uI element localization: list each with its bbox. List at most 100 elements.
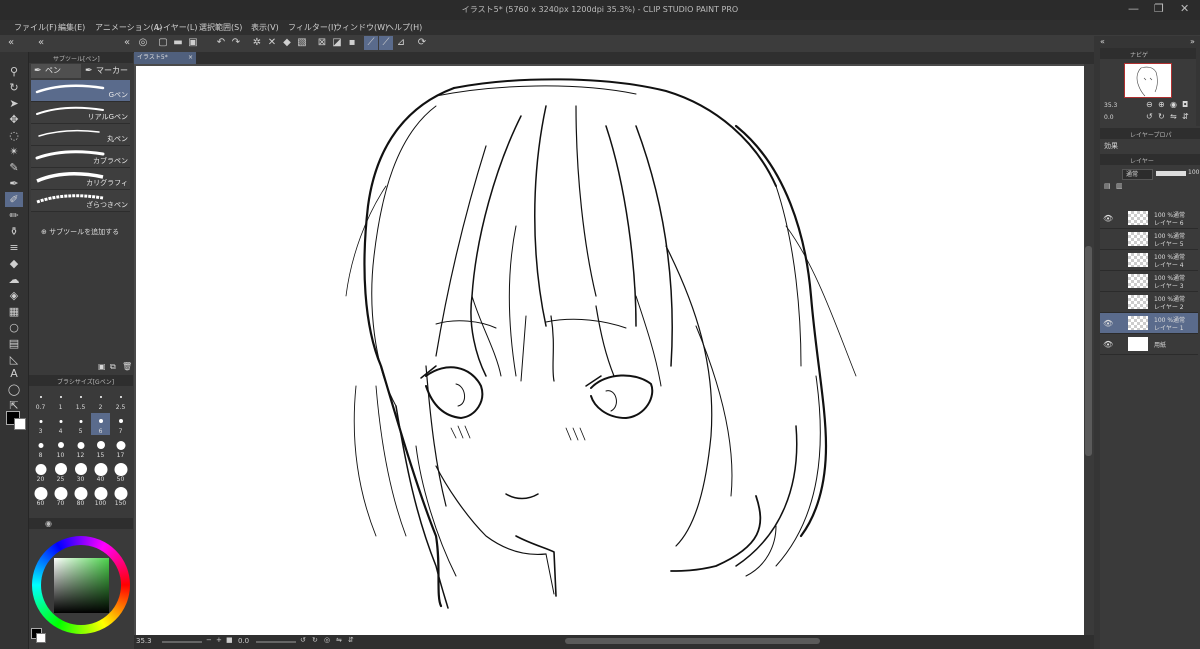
navigator-thumbnail[interactable] [1124, 63, 1172, 98]
menu-filter[interactable]: フィルター(I) [288, 22, 336, 33]
brush-size-option[interactable]: 2 [91, 389, 110, 411]
maximize-icon[interactable]: ❐ [1154, 2, 1164, 15]
nav-flip-icon[interactable]: ⇋ [1170, 112, 1177, 121]
close-icon[interactable]: ✕ [1180, 2, 1189, 15]
menu-selection[interactable]: 選択範囲(S) [199, 22, 242, 33]
nav-rotation-value[interactable]: 0.0 [1104, 114, 1114, 121]
zoom-out-icon[interactable]: − [206, 636, 212, 644]
gradient-tool-icon[interactable]: ▦ [5, 304, 23, 319]
layer-row[interactable]: 100 %通常 レイヤー 4 [1100, 250, 1198, 271]
rotation-value[interactable]: 0.0 [238, 637, 249, 645]
pen-tool-icon[interactable]: ✒ [5, 176, 23, 191]
fit-icon[interactable]: ■ [226, 636, 233, 644]
fill-icon[interactable]: ◆ [280, 36, 294, 50]
blend-mode-select[interactable]: 通常 [1122, 169, 1153, 180]
copy-icon[interactable]: ⧉ [110, 362, 116, 372]
fill-tool-icon[interactable]: ◈ [5, 288, 23, 303]
nav-rotate-right-icon[interactable]: ↻ [1158, 112, 1165, 121]
saturation-value-square[interactable] [54, 558, 109, 613]
brush-size-option[interactable]: 5 [71, 413, 90, 435]
zoom-tool-icon[interactable]: ⚲ [5, 64, 23, 79]
tab-document[interactable]: イラスト5* × [134, 52, 196, 64]
add-subtool-button[interactable]: ⊕ サブツールを追加する [41, 227, 119, 237]
tab-marker[interactable]: ✒ マーカー [82, 64, 132, 78]
brush-size-option[interactable]: 100 [91, 485, 110, 507]
brush-size-option[interactable]: 80 [71, 485, 90, 507]
menu-edit[interactable]: 編集(E) [58, 22, 85, 33]
frame-tool-icon[interactable]: ▤ [5, 336, 23, 351]
balloon-tool-icon[interactable]: ◯ [5, 382, 23, 397]
close-tab-icon[interactable]: × [188, 52, 193, 64]
collapse-icon[interactable]: « [120, 36, 134, 50]
rotate-right-icon[interactable]: ↻ [312, 636, 318, 644]
brush-size-option[interactable]: 60 [31, 485, 50, 507]
pen-tool-active-icon[interactable]: ✐ [5, 192, 23, 207]
minimize-icon[interactable]: — [1128, 2, 1139, 15]
brush-size-option[interactable]: 2.5 [111, 389, 130, 411]
menu-window[interactable]: ウィンドウ(W) [334, 22, 388, 33]
nav-stop-icon[interactable]: ◘ [1182, 100, 1188, 109]
brush-size-option[interactable]: 17 [111, 437, 130, 459]
brush-size-option[interactable]: 12 [71, 437, 90, 459]
brush-calligraphy[interactable]: カリグラフィ [31, 168, 130, 190]
brush-size-option[interactable]: 50 [111, 461, 130, 483]
collapse-icon[interactable]: « [34, 36, 48, 50]
brush-size-option[interactable]: 70 [51, 485, 70, 507]
sub-color-swatch[interactable] [14, 418, 26, 430]
menu-layer[interactable]: レイヤー(L) [155, 22, 197, 33]
tab-pen[interactable]: ✒ ペン [31, 64, 81, 78]
pencil-tool-icon[interactable]: ✏ [5, 208, 23, 223]
brush-size-option[interactable]: 20 [31, 461, 50, 483]
flip-icon[interactable]: ⇋ [336, 636, 342, 644]
canvas[interactable] [136, 66, 1084, 635]
brush-size-option[interactable]: 8 [31, 437, 50, 459]
brush-size-option[interactable]: 30 [71, 461, 90, 483]
brush-size-option[interactable]: 7 [111, 413, 130, 435]
vertical-scroll-thumb[interactable] [1085, 246, 1092, 456]
snap-special-icon[interactable]: ⟋ [379, 36, 393, 50]
brush-real-g-pen[interactable]: リアルGペン [31, 102, 130, 124]
zoom-value[interactable]: 35.3 [136, 637, 152, 645]
clear-icon[interactable]: ✕ [265, 36, 279, 50]
move-tool-icon[interactable]: ✥ [5, 112, 23, 127]
undo-icon[interactable]: ↶ [214, 36, 228, 50]
menu-help[interactable]: ヘルプ(H) [386, 22, 422, 33]
text-tool-icon[interactable]: A [5, 366, 23, 381]
brush-kabura-pen[interactable]: カブラペン [31, 146, 130, 168]
brush-size-option[interactable]: 10 [51, 437, 70, 459]
airbrush-tool-icon[interactable]: ≡ [5, 240, 23, 255]
brush-size-option[interactable]: 1 [51, 389, 70, 411]
lock-icon[interactable]: ▤ [1104, 182, 1111, 190]
brush-size-option[interactable]: 4 [51, 413, 70, 435]
layer-row[interactable]: 👁 100 %通常 レイヤー 6 [1100, 208, 1198, 229]
crop-icon[interactable]: ◪ [330, 36, 344, 50]
magic-wand-icon[interactable]: ✴ [5, 144, 23, 159]
rotation-slider[interactable] [256, 641, 296, 643]
brush-g-pen[interactable]: Gペン [31, 80, 130, 102]
zoom-slider[interactable] [162, 641, 202, 643]
clip-studio-icon[interactable]: ◎ [136, 36, 150, 50]
snap-grid-icon[interactable]: ⊿ [394, 36, 408, 50]
selection-icon[interactable]: ▪ [345, 36, 359, 50]
nav-fit-icon[interactable]: ◉ [1170, 100, 1177, 109]
spinner-icon[interactable]: ✲ [250, 36, 264, 50]
brush-size-option[interactable]: 15 [91, 437, 110, 459]
eye-icon[interactable]: 👁 [1103, 319, 1113, 328]
new-icon[interactable]: ▣ [98, 362, 106, 371]
menu-animation[interactable]: アニメーション(A) [95, 22, 162, 33]
rotate-tool-icon[interactable]: ↻ [5, 80, 23, 95]
redo-icon[interactable]: ↷ [229, 36, 243, 50]
brush-size-option[interactable]: 3 [31, 413, 50, 435]
transform-icon[interactable]: ▧ [295, 36, 309, 50]
blend-tool-icon[interactable]: ☁ [5, 272, 23, 287]
expand-icon[interactable]: » [1190, 37, 1195, 46]
snap-ruler-icon[interactable]: ⟋ [364, 36, 378, 50]
brush-size-option[interactable]: 0.7 [31, 389, 50, 411]
save-icon[interactable]: ▣ [186, 36, 200, 50]
layer-row[interactable]: 👁 100 %通常 レイヤー 1 [1100, 313, 1198, 334]
reset-rotation-icon[interactable]: ◎ [324, 636, 330, 644]
clip-icon[interactable]: ▥ [1116, 182, 1123, 190]
lasso-tool-icon[interactable]: ◌ [5, 128, 23, 143]
deselect-icon[interactable]: ⊠ [315, 36, 329, 50]
zoom-in-icon[interactable]: + [216, 636, 222, 644]
